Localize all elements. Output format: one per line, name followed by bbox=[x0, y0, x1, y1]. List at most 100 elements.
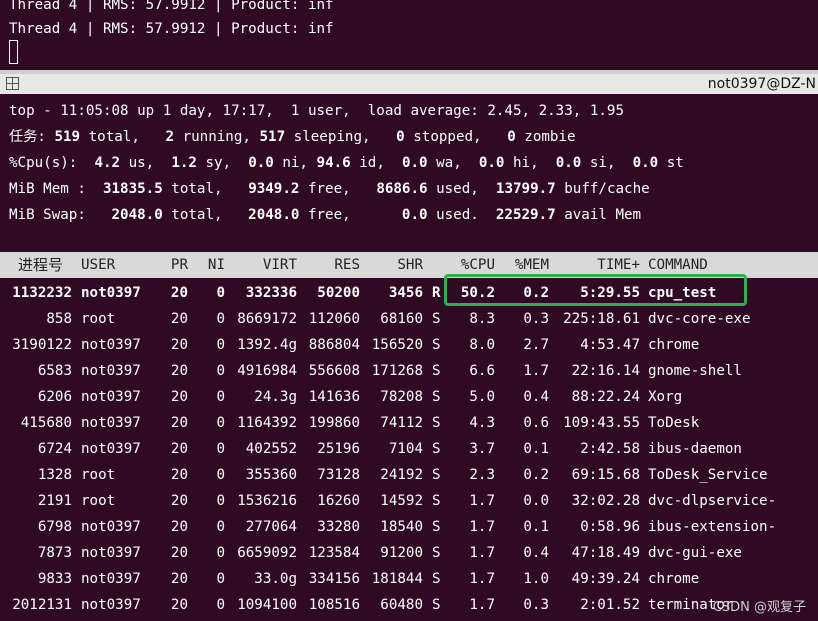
mem-used: 8686.6 bbox=[376, 181, 428, 197]
process-pid: 3190122 bbox=[12, 337, 72, 353]
process-time: 0:58.96 bbox=[580, 519, 640, 535]
process-user: not0397 bbox=[81, 519, 141, 535]
cpu-highlight-box bbox=[444, 274, 747, 306]
process-pr: 20 bbox=[170, 337, 188, 353]
process-cmd: gnome-shell bbox=[648, 363, 742, 379]
process-time: 88:22.24 bbox=[571, 389, 640, 405]
col-ni: NI bbox=[207, 257, 225, 273]
tasks-line: 任务: 519 total, 2 running, 517 sleeping, … bbox=[9, 129, 576, 145]
col-pr: PR bbox=[170, 257, 188, 273]
process-pr: 20 bbox=[170, 311, 188, 327]
process-res: 108516 bbox=[308, 597, 360, 613]
tasks-stopped: 0 bbox=[396, 129, 405, 145]
process-row[interactable]: 6206 not0397 20 0 24.3g 141636 78208 S 5.0 0.4 88:… bbox=[0, 384, 818, 410]
process-ni: 0 bbox=[216, 337, 225, 353]
process-ni: 0 bbox=[216, 441, 225, 457]
process-row[interactable]: 2191 root 20 0 1536216 16260 14592 S 1.7 0.0 32:02… bbox=[0, 488, 818, 514]
process-time: 2:01.52 bbox=[580, 597, 640, 613]
process-ni: 0 bbox=[216, 519, 225, 535]
process-s: S bbox=[432, 311, 441, 327]
process-cmd: chrome bbox=[648, 337, 700, 353]
process-row[interactable]: 1328 root 20 0 355360 73128 24192 S 2.3 0.2 69:15.… bbox=[0, 462, 818, 488]
process-row[interactable]: 7873 not0397 20 0 6659092 123584 91200 S 1.7 0.4 4… bbox=[0, 540, 818, 566]
process-pid: 2191 bbox=[37, 493, 72, 509]
process-mem: 1.0 bbox=[523, 571, 549, 587]
process-ni: 0 bbox=[216, 311, 225, 327]
process-shr: 181844 bbox=[371, 571, 423, 587]
process-pid: 6583 bbox=[37, 363, 72, 379]
process-virt: 24.3g bbox=[254, 389, 297, 405]
mem-total: 31835.5 bbox=[102, 181, 163, 197]
process-row[interactable]: 6724 not0397 20 0 402552 25196 7104 S 3.7 0.1 2:42… bbox=[0, 436, 818, 462]
process-cmd: ibus-daemon bbox=[648, 441, 742, 457]
process-time: 49:39.24 bbox=[571, 571, 640, 587]
process-virt: 6659092 bbox=[237, 545, 297, 561]
process-pr: 20 bbox=[170, 571, 188, 587]
cursor[interactable] bbox=[9, 40, 18, 64]
process-cpu: 3.7 bbox=[469, 441, 495, 457]
process-ni: 0 bbox=[216, 285, 225, 301]
process-cpu: 1.7 bbox=[469, 493, 495, 509]
split-terminal-icon[interactable] bbox=[6, 77, 19, 90]
process-mem: 0.3 bbox=[523, 597, 549, 613]
process-shr: 91200 bbox=[380, 545, 423, 561]
mem-line: MiB Mem : 31835.5 total, 9349.2 free, 86… bbox=[9, 181, 650, 197]
process-pr: 20 bbox=[170, 389, 188, 405]
process-ni: 0 bbox=[216, 389, 225, 405]
process-s: S bbox=[432, 597, 441, 613]
process-row[interactable]: 6798 not0397 20 0 277064 33280 18540 S 1.7 0.1 0:5… bbox=[0, 514, 818, 540]
process-pid: 9833 bbox=[37, 571, 72, 587]
process-cmd: ibus-extension- bbox=[648, 519, 777, 535]
process-virt: 402552 bbox=[245, 441, 297, 457]
terminal-titlebar[interactable]: not0397@DZ-N bbox=[0, 74, 818, 94]
process-shr: 24192 bbox=[380, 467, 423, 483]
process-cpu: 5.0 bbox=[469, 389, 495, 405]
swap-label: MiB Swap: bbox=[9, 207, 86, 223]
process-s: S bbox=[432, 519, 441, 535]
process-res: 112060 bbox=[308, 311, 360, 327]
tasks-running: 2 bbox=[165, 129, 175, 145]
process-time: 22:16.14 bbox=[571, 363, 640, 379]
process-mem: 0.0 bbox=[523, 493, 549, 509]
process-pid: 2012131 bbox=[12, 597, 72, 613]
process-time: 2:42.58 bbox=[580, 441, 640, 457]
process-pid: 415680 bbox=[20, 415, 72, 431]
process-mem: 0.3 bbox=[523, 311, 549, 327]
process-shr: 7104 bbox=[388, 441, 423, 457]
process-pid: 6724 bbox=[37, 441, 72, 457]
process-row[interactable]: 858 root 20 0 8669172 112060 68160 S 8.3 0.3 225:1… bbox=[0, 306, 818, 332]
swap-used: 0.0 bbox=[401, 207, 428, 223]
process-pid: 858 bbox=[46, 311, 72, 327]
csdn-watermark: CSDN @观复子 bbox=[712, 600, 806, 615]
process-row[interactable]: 3190122 not0397 20 0 1392.4g 886804 156520 S 8.0… bbox=[0, 332, 818, 358]
process-s: S bbox=[432, 467, 441, 483]
cpu-us: 4.2 bbox=[94, 155, 121, 171]
process-row[interactable]: 9833 not0397 20 0 33.0g 334156 181844 S 1.7 1.0 49… bbox=[0, 566, 818, 592]
process-time: 225:18.61 bbox=[563, 311, 640, 327]
process-row[interactable]: 6583 not0397 20 0 4916984 556608 171268 S 6.6 1.7… bbox=[0, 358, 818, 384]
tasks-sleeping: 517 bbox=[259, 129, 286, 145]
tasks-label: 任务: bbox=[9, 129, 46, 145]
process-shr: 78208 bbox=[380, 389, 423, 405]
process-res: 73128 bbox=[317, 467, 360, 483]
col-shr: SHR bbox=[397, 257, 423, 273]
process-cpu: 8.0 bbox=[469, 337, 495, 353]
process-user: not0397 bbox=[81, 597, 141, 613]
process-user: root bbox=[81, 493, 116, 509]
process-user: not0397 bbox=[81, 441, 141, 457]
process-ni: 0 bbox=[216, 545, 225, 561]
process-s: S bbox=[432, 389, 441, 405]
process-row[interactable]: 2012131 not0397 20 0 1094100 108516 60480 S 1.7 0… bbox=[0, 592, 818, 618]
process-shr: 18540 bbox=[380, 519, 423, 535]
process-shr: 171268 bbox=[371, 363, 423, 379]
process-virt: 355360 bbox=[245, 467, 297, 483]
process-cpu: 1.7 bbox=[469, 545, 495, 561]
process-cmd: ToDesk_Service bbox=[648, 467, 768, 483]
process-pr: 20 bbox=[170, 441, 188, 457]
cpu-wa: 0.0 bbox=[401, 155, 428, 171]
process-pid: 1328 bbox=[37, 467, 72, 483]
process-cpu: 1.7 bbox=[469, 597, 495, 613]
process-row[interactable]: 415680 not0397 20 0 1164392 199860 74112 S 4.3 0.… bbox=[0, 410, 818, 436]
process-ni: 0 bbox=[216, 493, 225, 509]
process-ni: 0 bbox=[216, 597, 225, 613]
